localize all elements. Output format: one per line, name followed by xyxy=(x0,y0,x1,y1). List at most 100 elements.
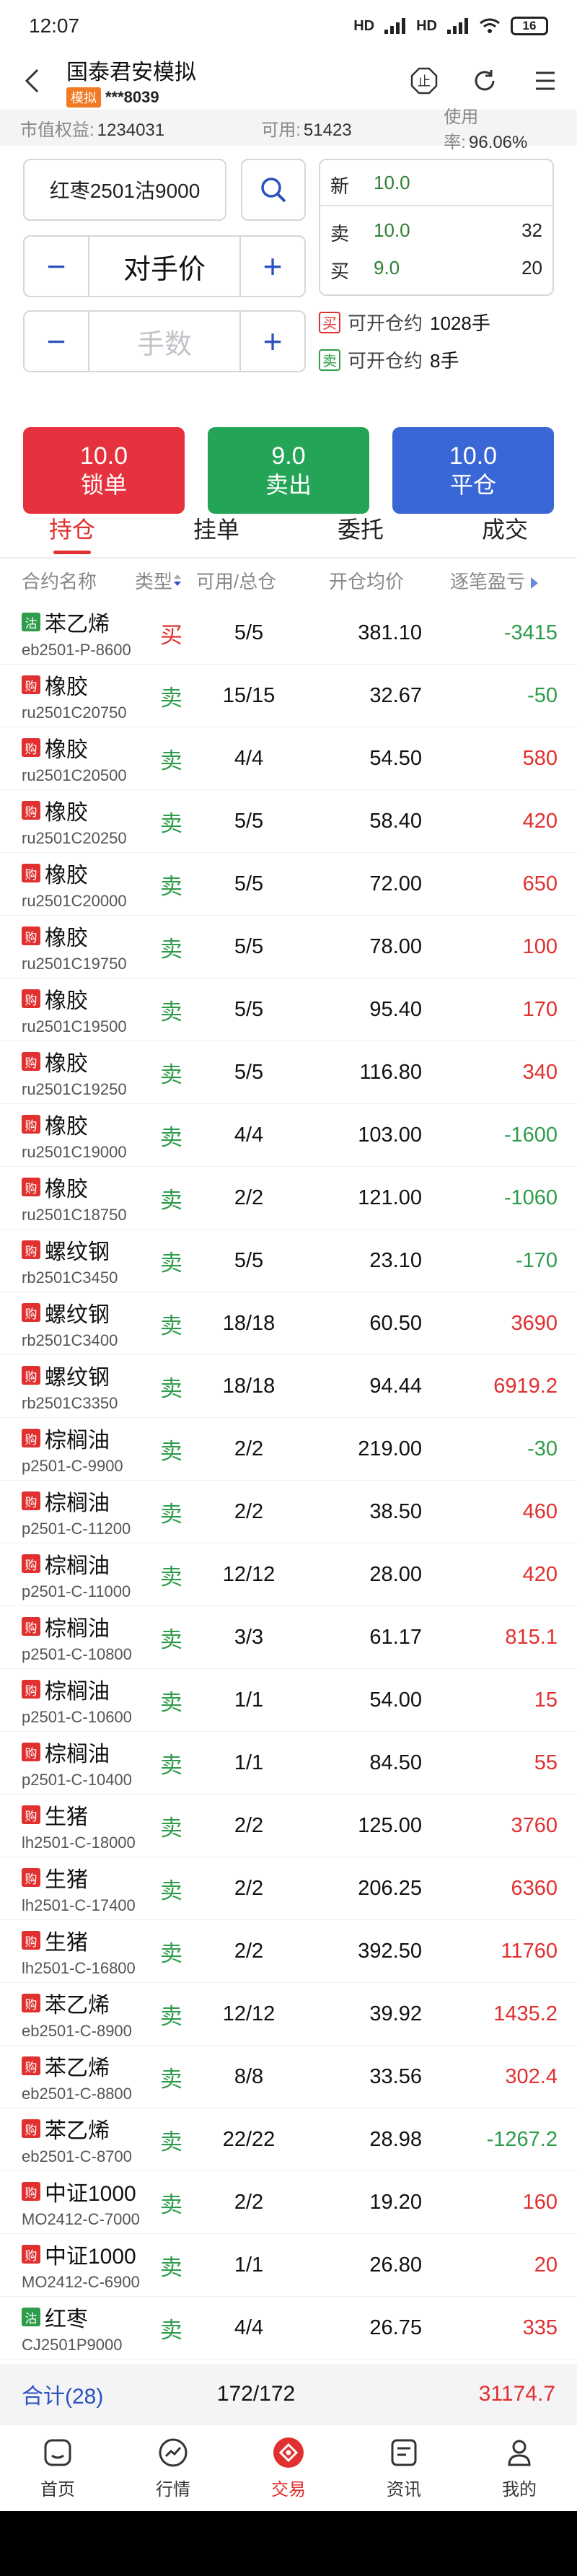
contract-cell: 沽苯乙烯 eb2501-P-8600 xyxy=(0,606,144,660)
pnl-cell: -50 xyxy=(527,683,558,707)
table-row[interactable]: 购橡胶 ru2501C19500 卖 5/5 95.40 170 xyxy=(0,978,577,1041)
table-row[interactable]: 购生猪 lh2501-C-18000 卖 2/2 125.00 3760 xyxy=(0,1795,577,1857)
contract-cell: 购棕榈油 p2501-C-11000 xyxy=(0,1548,144,1601)
table-row[interactable]: 沽苯乙烯 eb2501-P-8600 买 5/5 381.10 -3415 xyxy=(0,602,577,665)
contract-code: lh2501-C-18000 xyxy=(22,1834,136,1852)
simulation-tag: 模拟 xyxy=(66,87,101,108)
nav-trade[interactable]: 交易 xyxy=(231,2425,346,2511)
open-price-cell: 26.75 xyxy=(369,2316,422,2339)
tab-positions[interactable]: 持仓 xyxy=(0,499,144,557)
tab-pending[interactable]: 挂单 xyxy=(144,499,288,557)
table-row[interactable]: 沽红枣 CJ2501P9000 卖 4/4 26.75 335 xyxy=(0,2297,577,2360)
avail-cell: 5/5 xyxy=(234,997,264,1021)
price-increase-button[interactable]: + xyxy=(241,237,304,296)
table-row[interactable]: 购橡胶 ru2501C19000 卖 4/4 103.00 -1600 xyxy=(0,1104,577,1167)
avail-cell: 2/2 xyxy=(234,1499,264,1523)
refresh-button[interactable] xyxy=(470,66,499,95)
pnl-cell: 302.4 xyxy=(505,2064,558,2088)
contract-input[interactable]: 红枣2501沽9000 xyxy=(23,159,226,221)
option-type-badge: 购 xyxy=(22,1429,40,1447)
tab-orders[interactable]: 委托 xyxy=(288,499,433,557)
table-row[interactable]: 购棕榈油 p2501-C-9900 卖 2/2 219.00 -30 xyxy=(0,1418,577,1481)
direction-cell: 卖 xyxy=(160,1061,182,1087)
price-mode-field[interactable]: 对手价 xyxy=(88,237,241,296)
table-row[interactable]: 购棕榈油 p2501-C-11200 卖 2/2 38.50 460 xyxy=(0,1481,577,1543)
contract-name: 棕榈油 xyxy=(45,1429,110,1453)
open-price-cell: 54.00 xyxy=(369,1688,422,1712)
direction-cell: 卖 xyxy=(160,1438,182,1464)
table-row[interactable]: 购苯乙烯 eb2501-C-8700 卖 22/22 28.98 -1267.2 xyxy=(0,2108,577,2171)
option-type-badge: 购 xyxy=(22,1052,40,1071)
lock-label: 锁单 xyxy=(80,472,127,498)
nav-news[interactable]: 资讯 xyxy=(346,2425,462,2511)
table-row[interactable]: 购棕榈油 p2501-C-11000 卖 12/12 28.00 420 xyxy=(0,1543,577,1606)
contract-name: 螺纹钢 xyxy=(45,1303,110,1327)
avail-cell: 4/4 xyxy=(234,1123,264,1147)
table-row[interactable]: 购橡胶 ru2501C20750 卖 15/15 32.67 -50 xyxy=(0,665,577,727)
open-price-cell: 206.25 xyxy=(358,1876,422,1900)
qty-decrease-button[interactable]: − xyxy=(25,312,88,371)
pnl-cell: 160 xyxy=(522,2190,558,2214)
contract-code: MO2412-C-7000 xyxy=(22,2210,140,2228)
open-price-cell: 38.50 xyxy=(369,1499,422,1523)
contract-cell: 购螺纹钢 rb2501C3350 xyxy=(0,1359,144,1413)
nav-profile[interactable]: 我的 xyxy=(462,2425,577,2511)
open-price-cell: 84.50 xyxy=(369,1751,422,1774)
table-row[interactable]: 购生猪 lh2501-C-17400 卖 2/2 206.25 6360 xyxy=(0,1857,577,1920)
direction-cell: 卖 xyxy=(160,1124,182,1150)
contract-cell: 购橡胶 ru2501C20250 xyxy=(0,794,144,848)
contract-cell: 购中证1000 MO2412-C-6900 xyxy=(0,2238,144,2292)
sell-label: 卖出 xyxy=(265,472,312,498)
pnl-cell: 650 xyxy=(522,872,558,895)
table-row[interactable]: 购棕榈油 p2501-C-10400 卖 1/1 84.50 55 xyxy=(0,1732,577,1795)
search-icon xyxy=(261,178,286,203)
contract-code: ru2501C19500 xyxy=(22,1017,127,1035)
open-price-cell: 95.40 xyxy=(369,997,422,1021)
nav-home-label: 首页 xyxy=(40,2480,75,2500)
table-row[interactable]: 购橡胶 ru2501C20000 卖 5/5 72.00 650 xyxy=(0,853,577,916)
qty-increase-button[interactable]: + xyxy=(241,312,304,371)
table-row[interactable]: 购中证1000 MO2412-C-6900 卖 1/1 26.80 20 xyxy=(0,2234,577,2297)
contract-cell: 购棕榈油 p2501-C-10600 xyxy=(0,1673,144,1727)
table-row[interactable]: 购螺纹钢 rb2501C3450 卖 5/5 23.10 -170 xyxy=(0,1230,577,1292)
table-row[interactable]: 购棕榈油 p2501-C-10800 卖 3/3 61.17 815.1 xyxy=(0,1606,577,1669)
option-type-badge: 沽 xyxy=(22,2308,40,2326)
contract-cell: 购橡胶 ru2501C20500 xyxy=(0,732,144,785)
sell-open-value: 8手 xyxy=(430,350,459,372)
contract-search-button[interactable] xyxy=(241,159,306,221)
scroll-right-icon[interactable] xyxy=(529,576,539,590)
table-row[interactable]: 购橡胶 ru2501C19750 卖 5/5 78.00 100 xyxy=(0,916,577,978)
pnl-cell: 420 xyxy=(522,1562,558,1586)
tab-trades[interactable]: 成交 xyxy=(433,499,577,557)
nav-home[interactable]: 首页 xyxy=(0,2425,115,2511)
table-row[interactable]: 购橡胶 ru2501C20500 卖 4/4 54.50 580 xyxy=(0,727,577,790)
quantity-field[interactable]: 手数 xyxy=(88,312,241,371)
table-row[interactable]: 购螺纹钢 rb2501C3400 卖 18/18 60.50 3690 xyxy=(0,1292,577,1355)
stop-order-button[interactable]: 止 xyxy=(410,66,439,95)
table-row[interactable]: 购中证1000 MO2412-C-7000 卖 2/2 19.20 160 xyxy=(0,2171,577,2234)
nav-market[interactable]: 行情 xyxy=(115,2425,231,2511)
direction-cell: 卖 xyxy=(160,2003,182,2029)
option-type-badge: 购 xyxy=(22,926,40,945)
table-row[interactable]: 购橡胶 ru2501C18750 卖 2/2 121.00 -1060 xyxy=(0,1167,577,1230)
table-row[interactable]: 购苯乙烯 eb2501-C-8900 卖 12/12 39.92 1435.2 xyxy=(0,1983,577,2046)
price-decrease-button[interactable]: − xyxy=(25,237,88,296)
pnl-cell: -1267.2 xyxy=(486,2127,558,2151)
table-row[interactable]: 购橡胶 ru2501C20250 卖 5/5 58.40 420 xyxy=(0,790,577,853)
table-row[interactable]: 购苯乙烯 eb2501-C-8800 卖 8/8 33.56 302.4 xyxy=(0,2046,577,2108)
back-button[interactable] xyxy=(17,66,46,95)
contract-code: ru2501C20750 xyxy=(22,704,127,722)
account-title[interactable]: 国泰君安模拟 xyxy=(66,54,196,86)
profile-icon xyxy=(503,2436,536,2469)
table-row[interactable]: 购橡胶 ru2501C19250 卖 5/5 116.80 340 xyxy=(0,1041,577,1104)
table-row[interactable]: 购螺纹钢 rb2501C3350 卖 18/18 94.44 6919.2 xyxy=(0,1355,577,1418)
table-row[interactable]: 购生猪 lh2501-C-16800 卖 2/2 392.50 11760 xyxy=(0,1920,577,1983)
contract-cell: 购生猪 lh2501-C-16800 xyxy=(0,1924,144,1978)
open-price-cell: 28.00 xyxy=(369,1562,422,1586)
table-row[interactable]: 购棕榈油 p2501-C-10600 卖 1/1 54.00 15 xyxy=(0,1669,577,1732)
account-number: ***8039 xyxy=(105,88,159,106)
col-type[interactable]: 类型 xyxy=(126,567,191,594)
menu-button[interactable] xyxy=(531,66,560,95)
open-price-cell: 60.50 xyxy=(369,1311,422,1335)
contract-code: eb2501-C-8700 xyxy=(22,2147,132,2165)
